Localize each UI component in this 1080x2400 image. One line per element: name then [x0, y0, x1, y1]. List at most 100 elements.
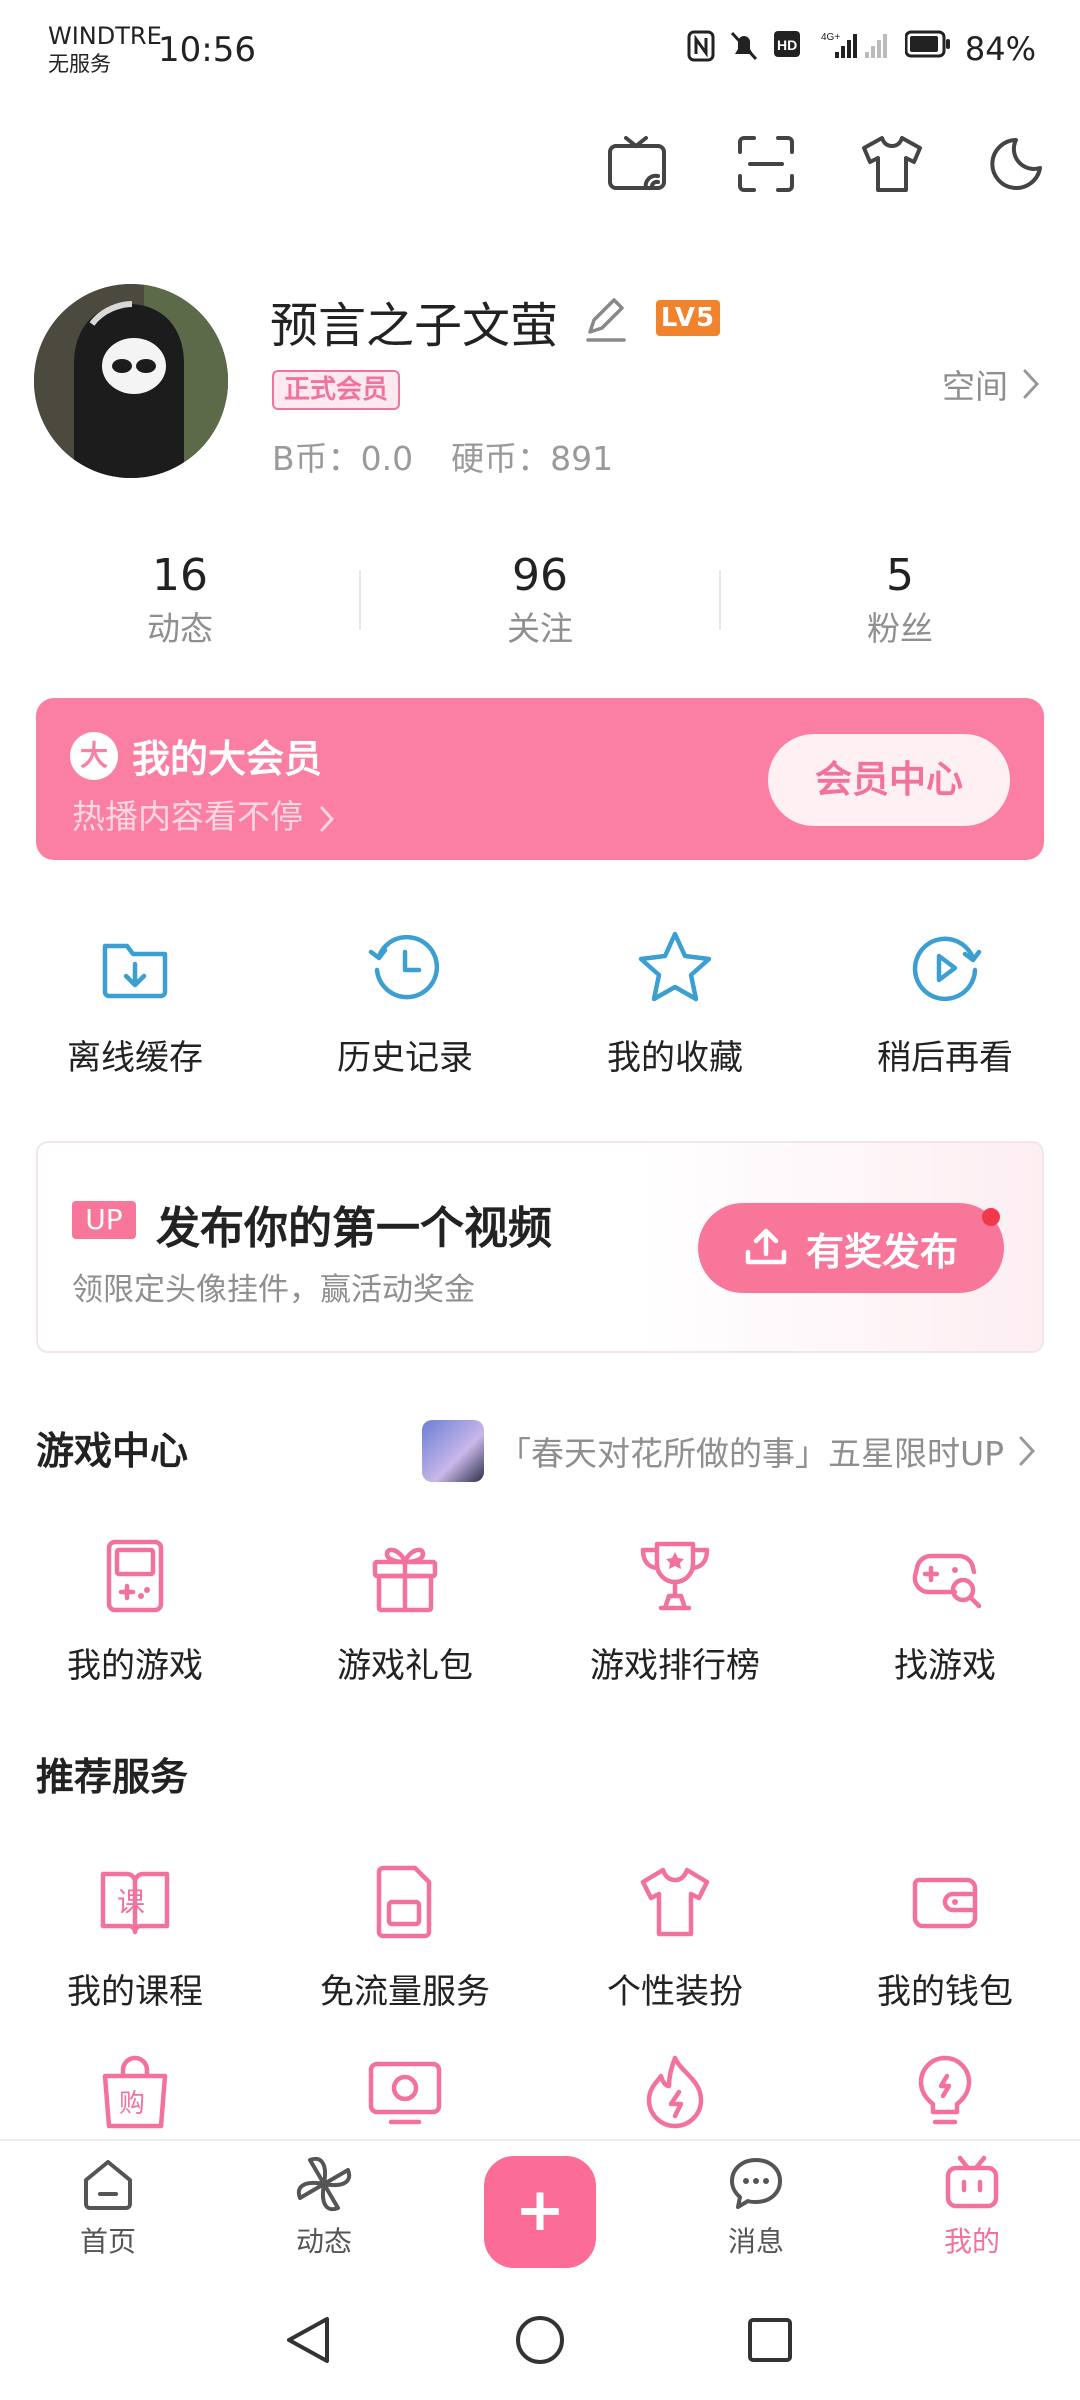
system-home-icon[interactable]	[510, 2310, 570, 2370]
svg-text:HD: HD	[777, 37, 797, 53]
stat-label: 关注	[507, 609, 573, 648]
star-icon	[635, 928, 715, 1008]
tv-cast-icon[interactable]	[600, 126, 676, 202]
grid-item-label: 我的课程	[67, 1972, 203, 2012]
upload-subtitle: 领限定头像挂件，赢活动奖金	[72, 1272, 475, 1308]
wallet-icon	[905, 1862, 985, 1942]
stat-dynamics[interactable]: 16 动态	[80, 548, 280, 654]
grid-item-label: 游戏排行榜	[590, 1646, 760, 1686]
status-time: 10:56	[158, 30, 256, 70]
gift-icon	[365, 1536, 445, 1616]
nav-dynamics[interactable]: 动态	[254, 2154, 394, 2260]
game-promo-link[interactable]: 「春天对花所做的事」五星限时UP	[421, 1420, 1036, 1482]
watch-later-action[interactable]: 稍后再看	[835, 928, 1055, 1079]
trophy-icon	[635, 1536, 715, 1616]
stat-value: 5	[886, 550, 914, 601]
nav-label: 首页	[79, 2225, 136, 2258]
edit-pencil-icon[interactable]	[582, 296, 630, 344]
offline-cache-action[interactable]: 离线缓存	[25, 928, 245, 1079]
vip-title: 我的大会员	[132, 737, 323, 781]
carrier-name: WINDTRE	[48, 22, 162, 50]
tv-screen-icon[interactable]	[365, 2052, 445, 2132]
theme-shirt-icon[interactable]	[854, 126, 930, 202]
system-back-icon[interactable]	[278, 2310, 338, 2370]
stat-fans[interactable]: 5 粉丝	[800, 548, 1000, 654]
action-label: 离线缓存	[67, 1038, 203, 1078]
game-gifts-item[interactable]: 游戏礼包	[295, 1536, 515, 1687]
vip-center-button[interactable]: 会员中心	[768, 734, 1010, 826]
wallet-item[interactable]: 我的钱包	[835, 1862, 1055, 2013]
nfc-icon	[687, 30, 715, 68]
space-link-label: 空间	[942, 367, 1008, 406]
pinwheel-icon	[294, 2154, 354, 2214]
course-book-icon: 课	[95, 1862, 175, 1942]
level-badge: LV5	[656, 300, 720, 336]
notification-dot	[982, 1208, 1000, 1226]
shopping-bag-icon[interactable]: 购	[95, 2052, 175, 2132]
stat-value: 16	[152, 550, 208, 601]
battery-percent: 84%	[964, 30, 1036, 68]
status-icons: HD 4G+ 84%	[687, 30, 1036, 68]
sim-card-icon	[365, 1862, 445, 1942]
up-tag: UP	[72, 1201, 136, 1239]
hd-icon: HD	[773, 30, 807, 68]
my-games-item[interactable]: 我的游戏	[25, 1536, 245, 1687]
lightbulb-icon[interactable]	[905, 2052, 985, 2132]
carrier-status: 无服务	[48, 52, 111, 76]
username: 预言之子文萤	[270, 298, 559, 354]
nav-label: 消息	[727, 2225, 784, 2258]
upload-icon	[744, 1228, 788, 1268]
grid-item-label: 我的钱包	[877, 1972, 1013, 2012]
free-data-item[interactable]: 免流量服务	[295, 1862, 515, 2013]
member-badge[interactable]: 正式会员	[272, 370, 401, 410]
download-folder-icon	[95, 928, 175, 1008]
upload-button-label: 有奖发布	[805, 1229, 958, 1274]
services-title: 推荐服务	[36, 1755, 189, 1799]
message-bubble-icon	[726, 2154, 786, 2214]
upload-button[interactable]: 有奖发布	[698, 1203, 1004, 1293]
find-games-item[interactable]: 找游戏	[835, 1536, 1055, 1687]
carrier-label: WINDTRE 无服务	[48, 22, 162, 78]
mute-bell-icon	[729, 30, 759, 68]
history-action[interactable]: 历史记录	[295, 928, 515, 1079]
stat-divider	[359, 570, 361, 630]
avatar[interactable]	[34, 284, 228, 478]
game-promo-text: 「春天对花所做的事」五星限时UP	[497, 1434, 1004, 1473]
vip-subtitle[interactable]: 热播内容看不停	[72, 790, 334, 838]
action-label: 我的收藏	[607, 1038, 743, 1078]
game-console-icon	[95, 1536, 175, 1616]
decorations-item[interactable]: 个性装扮	[565, 1862, 785, 2013]
my-courses-item[interactable]: 课 我的课程	[25, 1862, 245, 2013]
nav-home[interactable]: 首页	[38, 2154, 178, 2260]
shirt-icon	[635, 1862, 715, 1942]
grid-item-label: 我的游戏	[67, 1646, 203, 1686]
action-label: 稍后再看	[877, 1038, 1013, 1078]
nav-label: 动态	[295, 2225, 352, 2258]
nav-messages[interactable]: 消息	[686, 2154, 826, 2260]
night-mode-icon[interactable]	[978, 126, 1054, 202]
nav-mine[interactable]: 我的	[902, 2154, 1042, 2260]
network-type: 4G+	[821, 32, 840, 43]
space-link[interactable]: 空间	[942, 360, 1040, 408]
tv-mascot-icon	[942, 2154, 1002, 2214]
chevron-right-icon	[1018, 1435, 1036, 1467]
game-promo-thumbnail	[421, 1420, 484, 1482]
home-icon	[78, 2154, 138, 2214]
game-ranking-item[interactable]: 游戏排行榜	[565, 1536, 785, 1687]
svg-text:课: 课	[117, 1886, 145, 1919]
system-recents-icon[interactable]	[740, 2310, 800, 2370]
scan-icon[interactable]	[728, 126, 804, 202]
grid-item-label: 个性装扮	[607, 1972, 743, 2012]
flame-icon[interactable]	[635, 2052, 715, 2132]
stat-divider	[719, 570, 721, 630]
favorites-action[interactable]: 我的收藏	[565, 928, 785, 1079]
game-center-title: 游戏中心	[36, 1429, 189, 1473]
battery-icon	[904, 30, 951, 68]
action-label: 历史记录	[337, 1038, 473, 1078]
stat-following[interactable]: 96 关注	[440, 548, 640, 654]
watch-later-icon	[905, 928, 985, 1008]
publish-fab-button[interactable]: +	[484, 2156, 596, 2268]
upload-title: 发布你的第一个视频	[156, 1203, 552, 1254]
grid-item-label: 游戏礼包	[337, 1646, 473, 1686]
svg-text:购: 购	[119, 2089, 145, 2119]
